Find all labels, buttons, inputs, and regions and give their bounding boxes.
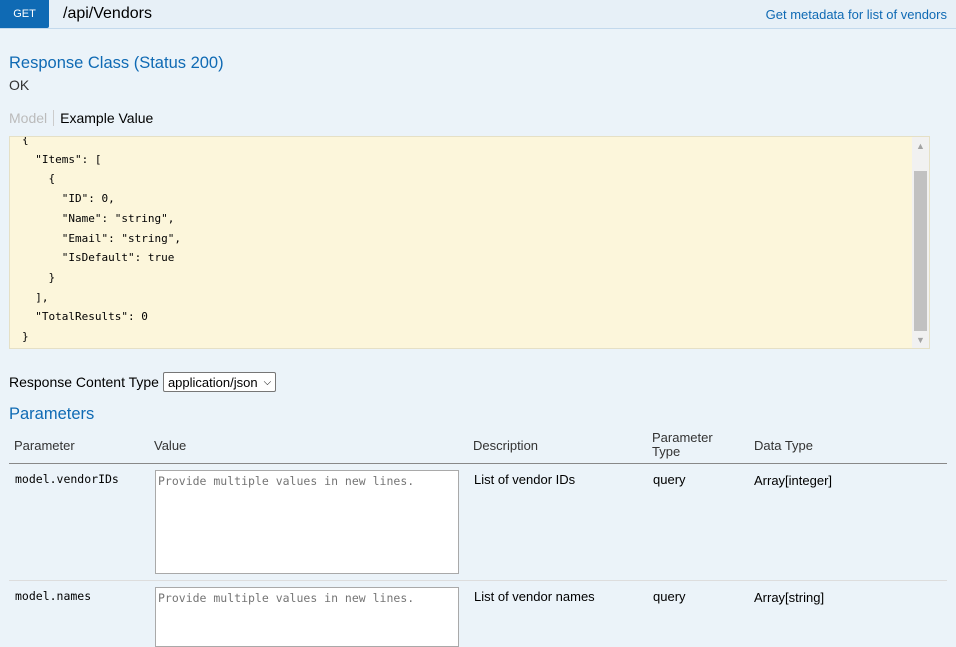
vertical-scrollbar[interactable]: ▲ ▼ [912, 137, 929, 348]
header-value: Value [154, 438, 187, 453]
parameters-title: Parameters [9, 405, 95, 423]
response-content-type-label: Response Content Type [9, 374, 159, 390]
header-data-type: Data Type [754, 438, 814, 453]
tab-example-value[interactable]: Example Value [54, 110, 153, 126]
param-type: query [653, 589, 686, 604]
scroll-down-arrow-icon[interactable]: ▼ [912, 331, 929, 348]
model-tabs: Model Example Value [9, 110, 153, 126]
chevron-down-icon: ⌵ [263, 376, 272, 388]
endpoint-path[interactable]: /api/Vendors [63, 5, 152, 23]
param-value-textarea[interactable] [155, 587, 459, 647]
header-divider [9, 463, 947, 464]
param-name: model.vendorIDs [15, 472, 119, 486]
header-parameter: Parameter [14, 438, 75, 453]
header-description: Description [473, 438, 539, 453]
response-content-type-row: Response Content Type application/json ⌵ [9, 372, 277, 392]
param-data-type: Array[integer] [754, 473, 833, 488]
content-type-selected-value: application/json [167, 374, 258, 390]
param-data-type: Array[string] [754, 590, 825, 605]
endpoint-summary-link[interactable]: Get metadata for list of vendors [766, 7, 947, 22]
response-content-type-select[interactable]: application/json ⌵ [162, 372, 277, 392]
response-status-text: OK [9, 77, 30, 93]
param-description: List of vendor names [474, 589, 595, 604]
param-type: query [653, 472, 686, 487]
example-json: { "Items": [ { "ID": 0, "Name": "string"… [22, 136, 181, 344]
response-class-title: Response Class (Status 200) [9, 54, 224, 72]
header-parameter-type: Parameter Type [652, 430, 713, 459]
operation-header[interactable]: GET /api/Vendors Get metadata for list o… [0, 0, 956, 29]
param-name: model.names [15, 589, 92, 603]
scroll-up-arrow-icon[interactable]: ▲ [912, 137, 929, 154]
row-divider [9, 580, 947, 581]
http-method-badge[interactable]: GET [0, 0, 49, 28]
param-value-textarea[interactable] [155, 470, 459, 574]
scrollbar-thumb[interactable] [914, 171, 927, 331]
param-description: List of vendor IDs [474, 472, 576, 487]
example-value-box[interactable]: { "Items": [ { "ID": 0, "Name": "string"… [9, 136, 930, 349]
tab-model[interactable]: Model [9, 110, 55, 126]
